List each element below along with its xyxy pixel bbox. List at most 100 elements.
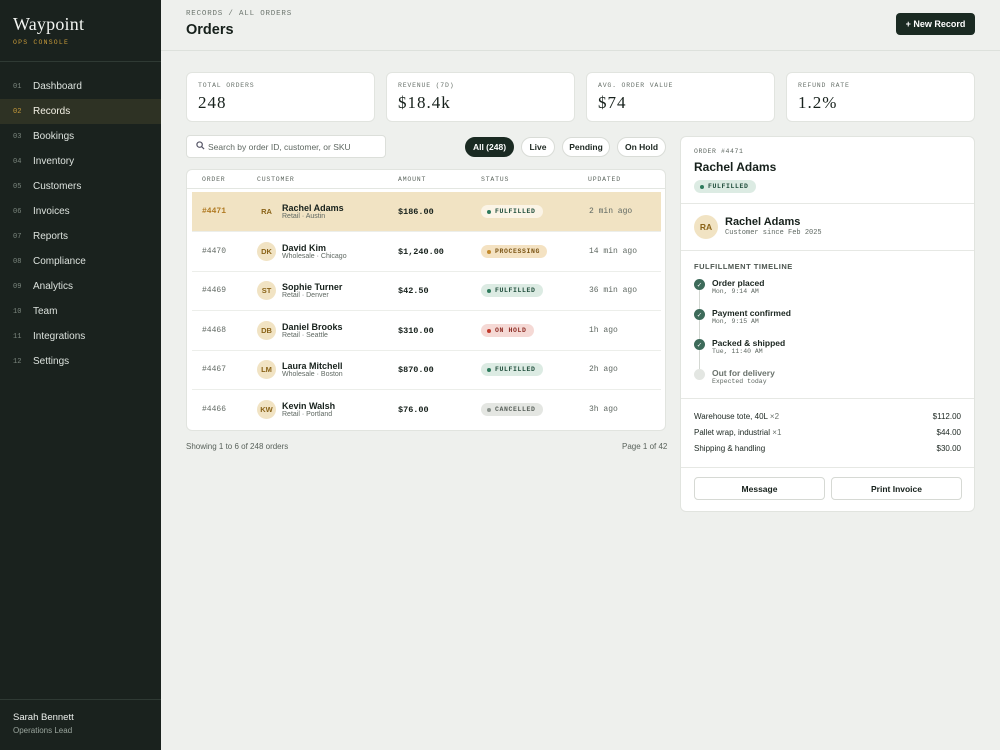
status-text: FULFILLED: [495, 366, 536, 373]
sidebar-item-integrations[interactable]: 11 Integrations: [0, 324, 161, 349]
customer-since: Customer since Feb 2025: [725, 229, 822, 237]
filter-pending[interactable]: Pending: [562, 137, 610, 157]
table-row[interactable]: #4469 ST Sophie Turner Retail · Denver $…: [192, 271, 661, 311]
order-id: #4471: [202, 207, 227, 216]
nav-number: 10: [13, 307, 22, 316]
kpi-value: $18.4k: [398, 93, 451, 112]
nav-number: 06: [13, 207, 22, 216]
line-item-price: $112.00: [932, 412, 961, 421]
nav-number: 09: [13, 282, 22, 291]
divider: [681, 250, 974, 251]
sidebar-item-team[interactable]: 10 Team: [0, 299, 161, 324]
status-badge: FULFILLED: [481, 363, 543, 376]
nav-label: Dashboard: [33, 81, 82, 92]
status-dot-icon: [487, 249, 491, 254]
nav-label: Records: [33, 106, 71, 117]
sidebar-item-analytics[interactable]: 09 Analytics: [0, 274, 161, 299]
filter-all[interactable]: All (248): [465, 137, 514, 157]
status-dot-icon: [487, 209, 491, 214]
sidebar-item-customers[interactable]: 05 Customers: [0, 174, 161, 199]
search-box[interactable]: [186, 135, 386, 158]
sidebar-item-dashboard[interactable]: 01 Dashboard: [0, 74, 161, 99]
nav-label: Compliance: [33, 256, 86, 267]
status-dot-icon: [487, 288, 491, 293]
kpi-label: REFUND RATE: [798, 82, 850, 89]
column-amount[interactable]: AMOUNT: [398, 176, 426, 183]
column-updated[interactable]: UPDATED: [588, 176, 621, 183]
status-text: PROCESSING: [495, 248, 541, 255]
avatar: RA: [694, 215, 718, 239]
nav-label: Invoices: [33, 206, 70, 217]
sidebar-item-records[interactable]: 02 Records: [0, 99, 161, 124]
column-order[interactable]: ORDER: [202, 176, 226, 183]
sidebar-item-bookings[interactable]: 03 Bookings: [0, 124, 161, 149]
status-badge: FULFILLED: [481, 284, 543, 297]
line-item-label: Shipping & handling: [694, 444, 766, 453]
status-text: CANCELLED: [495, 406, 536, 413]
pagination-summary: Showing 1 to 6 of 248 orders: [186, 442, 289, 451]
kpi-label: TOTAL ORDERS: [198, 82, 255, 89]
nav-number: 03: [13, 132, 22, 141]
kpi-avg-order-value: AVG. ORDER VALUE $74: [586, 72, 775, 122]
customer-name: Rachel Adams: [725, 216, 801, 228]
updated-time: 14 min ago: [589, 247, 638, 256]
filter-on-hold[interactable]: On Hold: [617, 137, 666, 157]
sidebar-item-invoices[interactable]: 06 Invoices: [0, 199, 161, 224]
timeline-step-time: Expected today: [712, 378, 767, 385]
line-item-qty: ×2: [769, 412, 780, 421]
table-row[interactable]: #4470 DK David Kim Wholesale · Chicago $…: [192, 232, 661, 272]
order-id: #4469: [202, 286, 227, 295]
nav-number: 08: [13, 257, 22, 266]
customer-meta: Retail · Seattle: [282, 332, 328, 339]
column-customer[interactable]: CUSTOMER: [257, 176, 295, 183]
kpi-value: 248: [198, 93, 227, 112]
user-name: Sarah Bennett: [13, 712, 74, 723]
status-dot-icon: [487, 328, 491, 333]
sidebar-item-inventory[interactable]: 04 Inventory: [0, 149, 161, 174]
status-badge: PROCESSING: [481, 245, 548, 258]
updated-time: 2 min ago: [589, 207, 633, 216]
table-row[interactable]: #4466 KW Kevin Walsh Retail · Portland $…: [192, 390, 661, 430]
order-id: #4467: [202, 365, 227, 374]
breadcrumb: RECORDS / ALL ORDERS: [186, 10, 293, 18]
page-title: Orders: [186, 22, 234, 38]
line-item-name: Shipping & handling: [694, 444, 765, 453]
nav-number: 01: [13, 82, 22, 91]
customer-name: David Kim: [282, 243, 327, 253]
table-row[interactable]: #4467 LM Laura Mitchell Wholesale · Bost…: [192, 350, 661, 390]
brand-subtitle: OPS CONSOLE: [13, 39, 70, 46]
updated-time: 3h ago: [589, 405, 618, 414]
kpi-label: AVG. ORDER VALUE: [598, 82, 674, 89]
status-dot-icon: [487, 367, 491, 372]
column-status[interactable]: STATUS: [481, 176, 509, 183]
sidebar-item-reports[interactable]: 07 Reports: [0, 224, 161, 249]
filter-live[interactable]: Live: [521, 137, 555, 157]
timeline-step-time: Mon, 9:15 AM: [712, 318, 759, 325]
kpi-total-orders: TOTAL ORDERS 248: [186, 72, 375, 122]
status-dot-icon: [487, 407, 491, 412]
search-input[interactable]: [208, 141, 378, 152]
sidebar-item-settings[interactable]: 12 Settings: [0, 349, 161, 374]
new-record-button[interactable]: + New Record: [896, 13, 975, 35]
updated-time: 36 min ago: [589, 286, 638, 295]
status-badge: FULFILLED: [481, 205, 543, 218]
line-item-label: Warehouse tote, 40L: [694, 412, 768, 421]
nav-label: Analytics: [33, 281, 74, 292]
sidebar-item-compliance[interactable]: 08 Compliance: [0, 249, 161, 274]
order-amount: $1,240.00: [398, 247, 444, 257]
line-item-name: Warehouse tote, 40L ×2: [694, 412, 779, 421]
table-row[interactable]: #4468 DB Daniel Brooks Retail · Seattle …: [192, 311, 661, 351]
user-profile[interactable]: Sarah Bennett Operations Lead: [0, 699, 161, 750]
table-row[interactable]: #4471 RA Rachel Adams Retail · Austin $1…: [192, 192, 661, 232]
avatar: DB: [257, 321, 276, 340]
print-invoice-button[interactable]: Print Invoice: [831, 477, 962, 500]
customer-name: Daniel Brooks: [282, 322, 343, 332]
brand-name: Waypoint: [13, 14, 85, 34]
order-amount: $76.00: [398, 405, 429, 415]
pagination-page[interactable]: Page 1 of 42: [622, 442, 667, 451]
avatar: RA: [257, 202, 276, 221]
line-item-name: Pallet wrap, industrial ×1: [694, 428, 781, 437]
pending-step-icon: [694, 369, 705, 380]
order-id: #4468: [202, 326, 227, 335]
message-button[interactable]: Message: [694, 477, 825, 500]
